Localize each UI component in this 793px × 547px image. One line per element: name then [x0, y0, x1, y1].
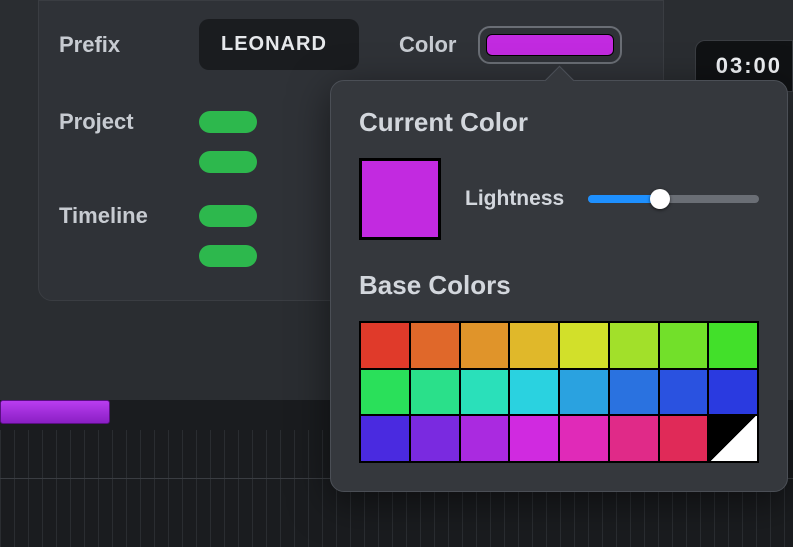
base-color-swatch[interactable] — [560, 416, 608, 461]
color-label: Color — [399, 32, 456, 58]
base-color-swatch[interactable] — [560, 370, 608, 415]
color-picker-button[interactable] — [478, 26, 622, 64]
base-color-swatch[interactable] — [411, 323, 459, 368]
base-color-swatch[interactable] — [411, 370, 459, 415]
base-color-swatch[interactable] — [709, 323, 757, 368]
base-color-swatch[interactable] — [361, 416, 409, 461]
project-toggle-1[interactable] — [199, 111, 257, 133]
base-color-swatch[interactable] — [510, 323, 558, 368]
base-color-swatch[interactable] — [709, 416, 757, 461]
project-toggle-2[interactable] — [199, 151, 257, 173]
base-color-swatch[interactable] — [610, 323, 658, 368]
base-color-swatch[interactable] — [610, 370, 658, 415]
project-label: Project — [59, 109, 199, 135]
prefix-input[interactable] — [199, 19, 359, 70]
base-color-swatch[interactable] — [660, 323, 708, 368]
base-color-swatch[interactable] — [660, 370, 708, 415]
current-color-swatch — [359, 158, 441, 240]
lightness-thumb[interactable] — [650, 189, 670, 209]
current-color-row: Lightness — [359, 158, 759, 240]
base-color-swatch[interactable] — [361, 370, 409, 415]
base-color-swatch[interactable] — [461, 323, 509, 368]
timeline-toggle-2[interactable] — [199, 245, 257, 267]
base-color-swatch[interactable] — [411, 416, 459, 461]
base-color-swatch[interactable] — [361, 323, 409, 368]
lightness-slider[interactable] — [588, 189, 759, 209]
base-color-swatch[interactable] — [510, 370, 558, 415]
color-picker-popover: Current Color Lightness Base Colors — [330, 80, 788, 492]
timeline-clip[interactable] — [0, 400, 110, 424]
color-swatch-preview — [486, 34, 614, 56]
lightness-label: Lightness — [465, 187, 564, 211]
prefix-label: Prefix — [59, 32, 199, 58]
base-color-swatch[interactable] — [709, 370, 757, 415]
current-color-heading: Current Color — [359, 107, 759, 138]
timeline-toggle-1[interactable] — [199, 205, 257, 227]
base-color-swatch[interactable] — [461, 416, 509, 461]
base-color-swatch[interactable] — [660, 416, 708, 461]
base-color-swatch[interactable] — [610, 416, 658, 461]
base-color-grid — [359, 321, 759, 463]
timeline-label: Timeline — [59, 203, 199, 229]
base-color-swatch[interactable] — [560, 323, 608, 368]
lightness-track — [588, 195, 759, 203]
base-color-swatch[interactable] — [461, 370, 509, 415]
base-color-swatch[interactable] — [510, 416, 558, 461]
base-colors-heading: Base Colors — [359, 270, 759, 301]
